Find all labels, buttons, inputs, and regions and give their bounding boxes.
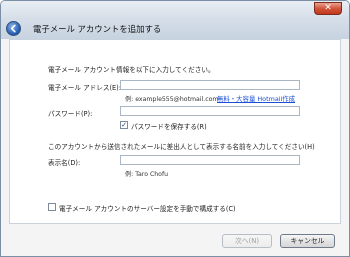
dialog-title: 電子メール アカウントを追加する — [33, 24, 162, 34]
email-field[interactable] — [120, 80, 300, 90]
display-name-example-text: 例: Taro Chofu — [125, 171, 169, 178]
email-label: 電子メール アドレス(E): — [48, 84, 121, 92]
next-button[interactable]: 次へ(N) — [222, 234, 272, 248]
hotmail-signup-link[interactable]: 無料・大容量 Hotmail作成 — [217, 94, 295, 103]
back-arrow-icon — [10, 24, 16, 33]
save-password-label: パスワードを保存する(R) — [131, 123, 207, 131]
email-example-text: 例: example555@hotmail.com — [125, 96, 219, 103]
instruction-text: 電子メール アカウント情報を以下に入力してください。 — [48, 66, 215, 74]
cancel-button[interactable]: キャンセル — [280, 234, 335, 248]
password-field[interactable] — [120, 106, 300, 116]
title-bar: ✕ 電子メール アカウントを追加する — [1, 1, 349, 39]
form-panel: 電子メール アカウント情報を以下に入力してください。 電子メール アドレス(E)… — [9, 39, 341, 224]
password-label: パスワード(P): — [48, 110, 93, 118]
close-button[interactable]: ✕ — [314, 2, 342, 15]
close-icon: ✕ — [324, 3, 332, 13]
save-password-checkbox[interactable] — [120, 121, 128, 129]
back-button[interactable] — [6, 21, 21, 36]
display-name-label: 表示名(D): — [48, 159, 81, 167]
manual-config-label: 電子メール アカウントのサーバー設定を手動で構成する(C) — [59, 205, 236, 213]
display-name-field[interactable] — [120, 155, 300, 165]
add-email-account-dialog: ✕ 電子メール アカウントを追加する 電子メール アカウント情報を以下に入力して… — [0, 0, 350, 257]
display-name-instruction: このアカウントから送信されたメールに差出人として表示する名前を入力してください(… — [48, 143, 315, 151]
manual-config-checkbox[interactable] — [48, 203, 56, 211]
